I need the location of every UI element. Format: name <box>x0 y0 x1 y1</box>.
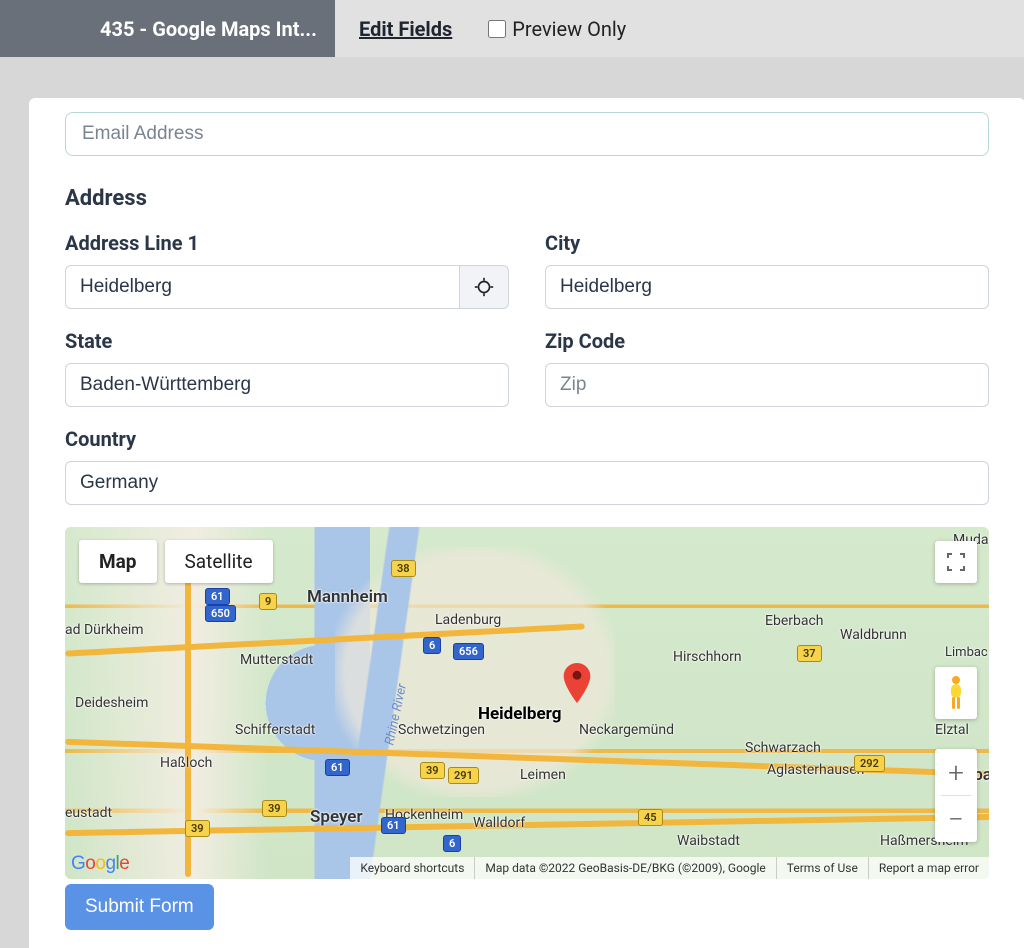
geolocate-button[interactable] <box>459 265 509 309</box>
city-badurkheim: ad Dürkheim <box>65 622 144 638</box>
map-data-attribution: Map data ©2022 GeoBasis-DE/BKG (©2009), … <box>474 857 775 879</box>
road-badge-650: 650 <box>205 605 236 622</box>
map-keyboard-shortcuts[interactable]: Keyboard shortcuts <box>350 857 474 879</box>
form-title-tab[interactable]: 435 - Google Maps Int... <box>0 0 335 57</box>
city-speyer: Speyer <box>310 807 363 827</box>
road-badge-61a: 61 <box>205 588 230 605</box>
city-hasloch: Haßloch <box>160 755 212 771</box>
road-badge-37: 37 <box>797 645 822 662</box>
address1-label: Address Line 1 <box>65 231 509 255</box>
editor-topbar: 435 - Google Maps Int... Edit Fields Pre… <box>0 0 1024 57</box>
road-badge-9: 9 <box>259 593 277 610</box>
road-badge-61c: 61 <box>381 817 406 834</box>
city-walldorf: Walldorf <box>473 815 525 831</box>
zip-label: Zip Code <box>545 329 989 353</box>
map-zoom-out[interactable]: − <box>935 796 977 842</box>
city-eustadt: eustadt <box>65 805 112 821</box>
country-label: Country <box>65 427 989 451</box>
city-schwetzingen: Schwetzingen <box>398 722 485 738</box>
city-waibstadt: Waibstadt <box>677 833 740 849</box>
map-fullscreen-button[interactable] <box>935 541 977 583</box>
map-type-satellite[interactable]: Satellite <box>165 540 273 583</box>
road-badge-39a: 39 <box>185 820 210 837</box>
road-badge-656: 656 <box>453 643 484 660</box>
google-map[interactable]: Rhine River Mannheim Ladenburg Eberbach … <box>65 527 989 879</box>
map-terms-link[interactable]: Terms of Use <box>776 857 868 879</box>
city-leimen: Leimen <box>520 767 566 783</box>
city-eberbach: Eberbach <box>765 613 824 629</box>
map-zoom-control: + − <box>935 749 977 842</box>
state-label: State <box>65 329 509 353</box>
map-type-control: Map Satellite <box>79 540 273 583</box>
road-badge-45: 45 <box>638 809 663 826</box>
google-logo: Google <box>71 853 129 875</box>
city-input[interactable] <box>545 265 989 309</box>
road-badge-61b: 61 <box>325 759 350 776</box>
city-hirschhorn: Hirschhorn <box>673 649 742 665</box>
address-section-heading: Address <box>65 186 989 211</box>
city-limbac: Limbac <box>945 645 988 660</box>
city-schwarzach: Schwarzach <box>745 740 821 756</box>
city-waldbrunn: Waldbrunn <box>840 627 907 643</box>
map-pegman[interactable] <box>935 667 977 719</box>
zip-input[interactable] <box>545 363 989 407</box>
city-neckargemund: Neckargemünd <box>579 722 674 738</box>
road-badge-39c: 39 <box>420 762 445 779</box>
road-badge-292: 292 <box>854 755 885 772</box>
submit-button[interactable]: Submit Form <box>65 884 214 930</box>
city-aglasterhausen: Aglasterhausen <box>767 762 864 778</box>
city-ladenburg: Ladenburg <box>435 612 501 628</box>
city-mannheim: Mannheim <box>307 587 388 607</box>
map-zoom-in[interactable]: + <box>935 749 977 795</box>
city-heidelberg: Heidelberg <box>478 704 561 724</box>
form-card: Address Address Line 1 City Sta <box>29 98 1024 948</box>
email-field[interactable] <box>65 112 989 156</box>
road-badge-38: 38 <box>391 560 416 577</box>
state-input[interactable] <box>65 363 509 407</box>
locate-icon <box>473 276 495 298</box>
map-footer: Keyboard shortcuts Map data ©2022 GeoBas… <box>350 857 989 879</box>
preview-only-label: Preview Only <box>512 17 626 41</box>
road-badge-39b: 39 <box>262 800 287 817</box>
preview-only-toggle[interactable]: Preview Only <box>476 17 626 41</box>
map-pin-icon[interactable] <box>563 663 591 703</box>
country-input[interactable] <box>65 461 989 505</box>
road-badge-6a: 6 <box>423 637 441 654</box>
map-report-error[interactable]: Report a map error <box>868 857 989 879</box>
city-label: City <box>545 231 989 255</box>
pegman-icon <box>945 675 967 711</box>
preview-only-checkbox[interactable] <box>488 20 506 38</box>
city-deidesheim: Deidesheim <box>75 695 148 711</box>
city-mutterstadt: Mutterstadt <box>240 652 313 668</box>
edit-fields-link[interactable]: Edit Fields <box>335 17 476 41</box>
city-elztal: Elztal <box>935 722 969 738</box>
fullscreen-icon <box>947 553 965 571</box>
city-schifferstadt: Schifferstadt <box>235 722 315 738</box>
road-badge-6b: 6 <box>443 835 461 852</box>
road-badge-291: 291 <box>448 767 479 784</box>
map-type-map[interactable]: Map <box>79 540 157 583</box>
address1-input[interactable] <box>65 265 459 309</box>
